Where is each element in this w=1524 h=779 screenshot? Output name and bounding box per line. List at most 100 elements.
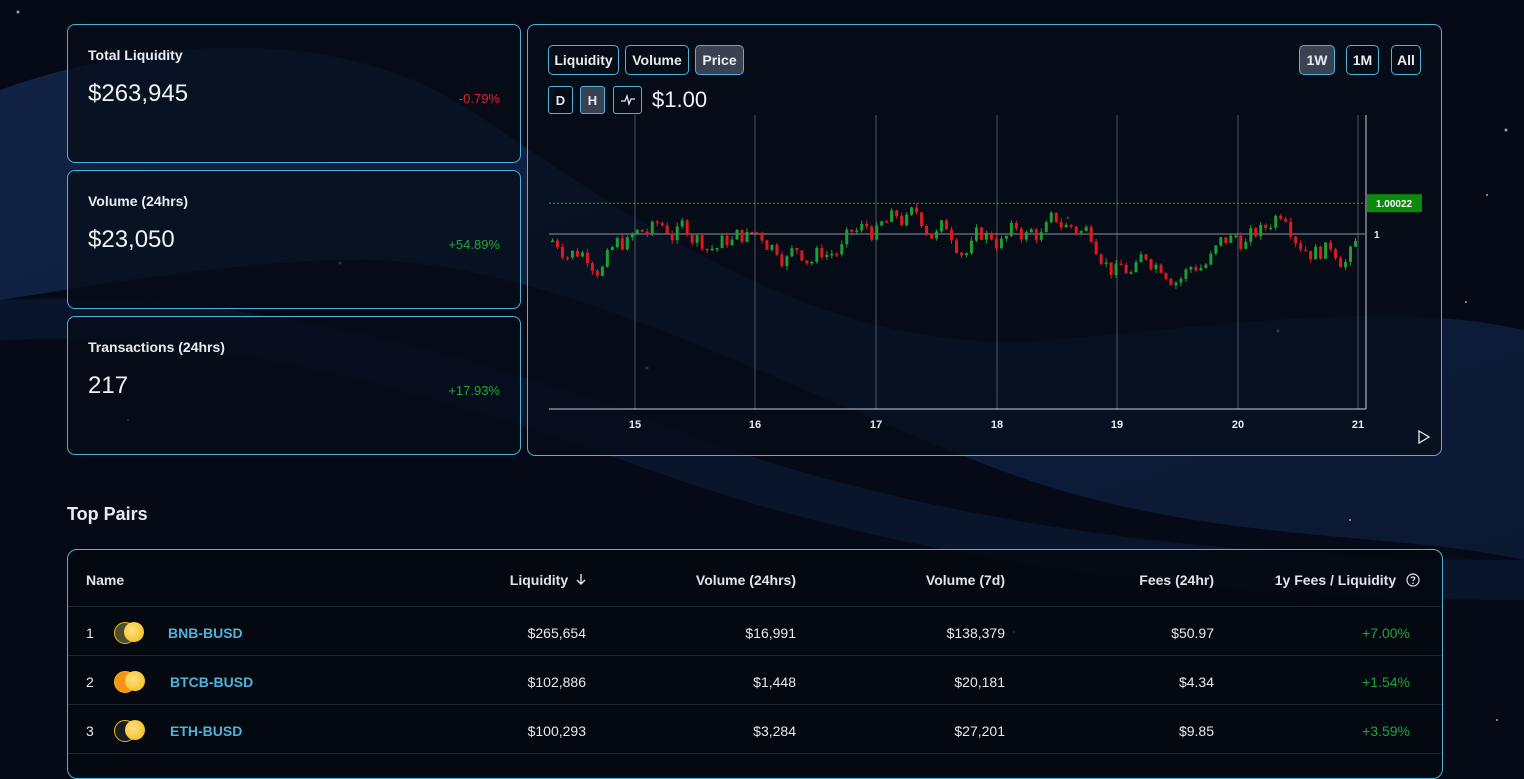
candle [795, 247, 799, 255]
candle [890, 208, 894, 223]
question-circle-icon[interactable] [1406, 573, 1420, 590]
cell-volume-7d: $27,201 [954, 723, 1005, 739]
candle [1344, 259, 1348, 270]
candle [1159, 263, 1163, 274]
candle [935, 229, 939, 241]
candle [989, 231, 993, 241]
range-1w-button[interactable]: 1W [1299, 45, 1335, 75]
x-tick-label: 19 [1111, 419, 1123, 431]
candle [1239, 232, 1243, 251]
candle [605, 248, 609, 268]
current-price: $1.00 [652, 87, 708, 112]
candle [735, 229, 739, 240]
candle [565, 256, 569, 261]
candle [1134, 259, 1138, 273]
x-tick-label: 21 [1352, 419, 1364, 431]
candle [1204, 262, 1208, 269]
candle [750, 231, 754, 234]
column-header-name[interactable]: Name [86, 572, 124, 588]
candle [964, 252, 968, 258]
tab-price[interactable]: Price [695, 45, 744, 75]
interval-day-button[interactable]: D [548, 86, 573, 114]
candle [620, 234, 624, 251]
candle [765, 239, 769, 250]
cell-volume-24h: $16,991 [745, 625, 796, 641]
candle [910, 206, 914, 217]
range-1m-button[interactable]: 1M [1346, 45, 1379, 75]
candle [1119, 259, 1123, 266]
candle [855, 227, 859, 234]
cell-apr: +7.00% [1362, 625, 1410, 641]
scroll-to-realtime-icon[interactable] [1418, 429, 1431, 445]
line-chart-icon[interactable] [613, 86, 642, 114]
cell-apr: +3.59% [1362, 723, 1410, 739]
range-all-button[interactable]: All [1391, 45, 1421, 75]
candle [1284, 216, 1288, 223]
candle [984, 230, 988, 244]
column-header-liquidity[interactable]: Liquidity [510, 572, 586, 588]
column-header-volume-24h[interactable]: Volume (24hrs) [696, 572, 796, 588]
candle [1289, 217, 1293, 240]
candle [785, 254, 789, 271]
x-tick-label: 16 [749, 419, 761, 431]
last-price-label: 1.00022 [1376, 199, 1413, 210]
candle [1214, 245, 1218, 256]
candle [1174, 281, 1178, 289]
column-header-apr[interactable]: 1y Fees / Liquidity [1275, 572, 1420, 590]
busd-token-icon [125, 720, 145, 740]
candle [600, 265, 604, 277]
candle [815, 245, 819, 264]
candlestick-chart[interactable]: 15 16 17 18 19 20 21 1 1.00022 [528, 113, 1441, 453]
candle [900, 212, 904, 227]
candle [1184, 268, 1188, 282]
token-pair-icons [114, 719, 146, 742]
column-header-fees-24h[interactable]: Fees (24hr) [1139, 572, 1214, 588]
candle [555, 238, 559, 250]
candle [969, 236, 973, 255]
candle [1224, 237, 1228, 245]
tab-volume[interactable]: Volume [625, 45, 689, 75]
interval-hour-button[interactable]: H [580, 86, 605, 114]
candle [1034, 227, 1038, 244]
candle [1019, 226, 1023, 243]
candle [800, 250, 804, 262]
candle [820, 244, 824, 260]
candle [775, 242, 779, 257]
x-tick-label: 20 [1232, 419, 1244, 431]
candle [835, 251, 839, 258]
candle [1149, 258, 1153, 272]
column-header-volume-7d[interactable]: Volume (7d) [926, 572, 1005, 588]
arrow-down-icon [576, 572, 586, 588]
candle [865, 220, 869, 230]
candle [1249, 224, 1253, 246]
stat-change: +17.93% [448, 383, 500, 398]
candle [580, 250, 584, 258]
candle [575, 247, 579, 258]
cell-volume-24h: $1,448 [753, 674, 796, 690]
candle [1059, 217, 1063, 231]
cell-fees-24h: $4.34 [1178, 674, 1214, 690]
pair-link[interactable]: BNB-BUSD [168, 625, 243, 641]
candle [745, 228, 749, 243]
candle [760, 231, 764, 244]
candle [845, 226, 849, 248]
column-header-label: Liquidity [509, 572, 569, 588]
candle [1209, 250, 1213, 266]
candle [1089, 224, 1093, 244]
pair-link[interactable]: BTCB-BUSD [170, 674, 253, 690]
candle [1179, 276, 1183, 287]
stat-change: +54.89% [448, 237, 500, 252]
candle [1039, 228, 1043, 242]
tab-liquidity[interactable]: Liquidity [548, 45, 619, 75]
candle [940, 220, 944, 234]
candle [1279, 213, 1283, 221]
row-rank: 2 [86, 674, 94, 690]
candle [930, 233, 934, 239]
stat-value: 217 [88, 372, 129, 399]
candle [610, 245, 614, 251]
candle [740, 229, 744, 245]
pair-link[interactable]: ETH-BUSD [170, 723, 242, 739]
candle [895, 209, 899, 219]
cell-liquidity: $100,293 [527, 723, 586, 739]
candle [680, 217, 684, 229]
